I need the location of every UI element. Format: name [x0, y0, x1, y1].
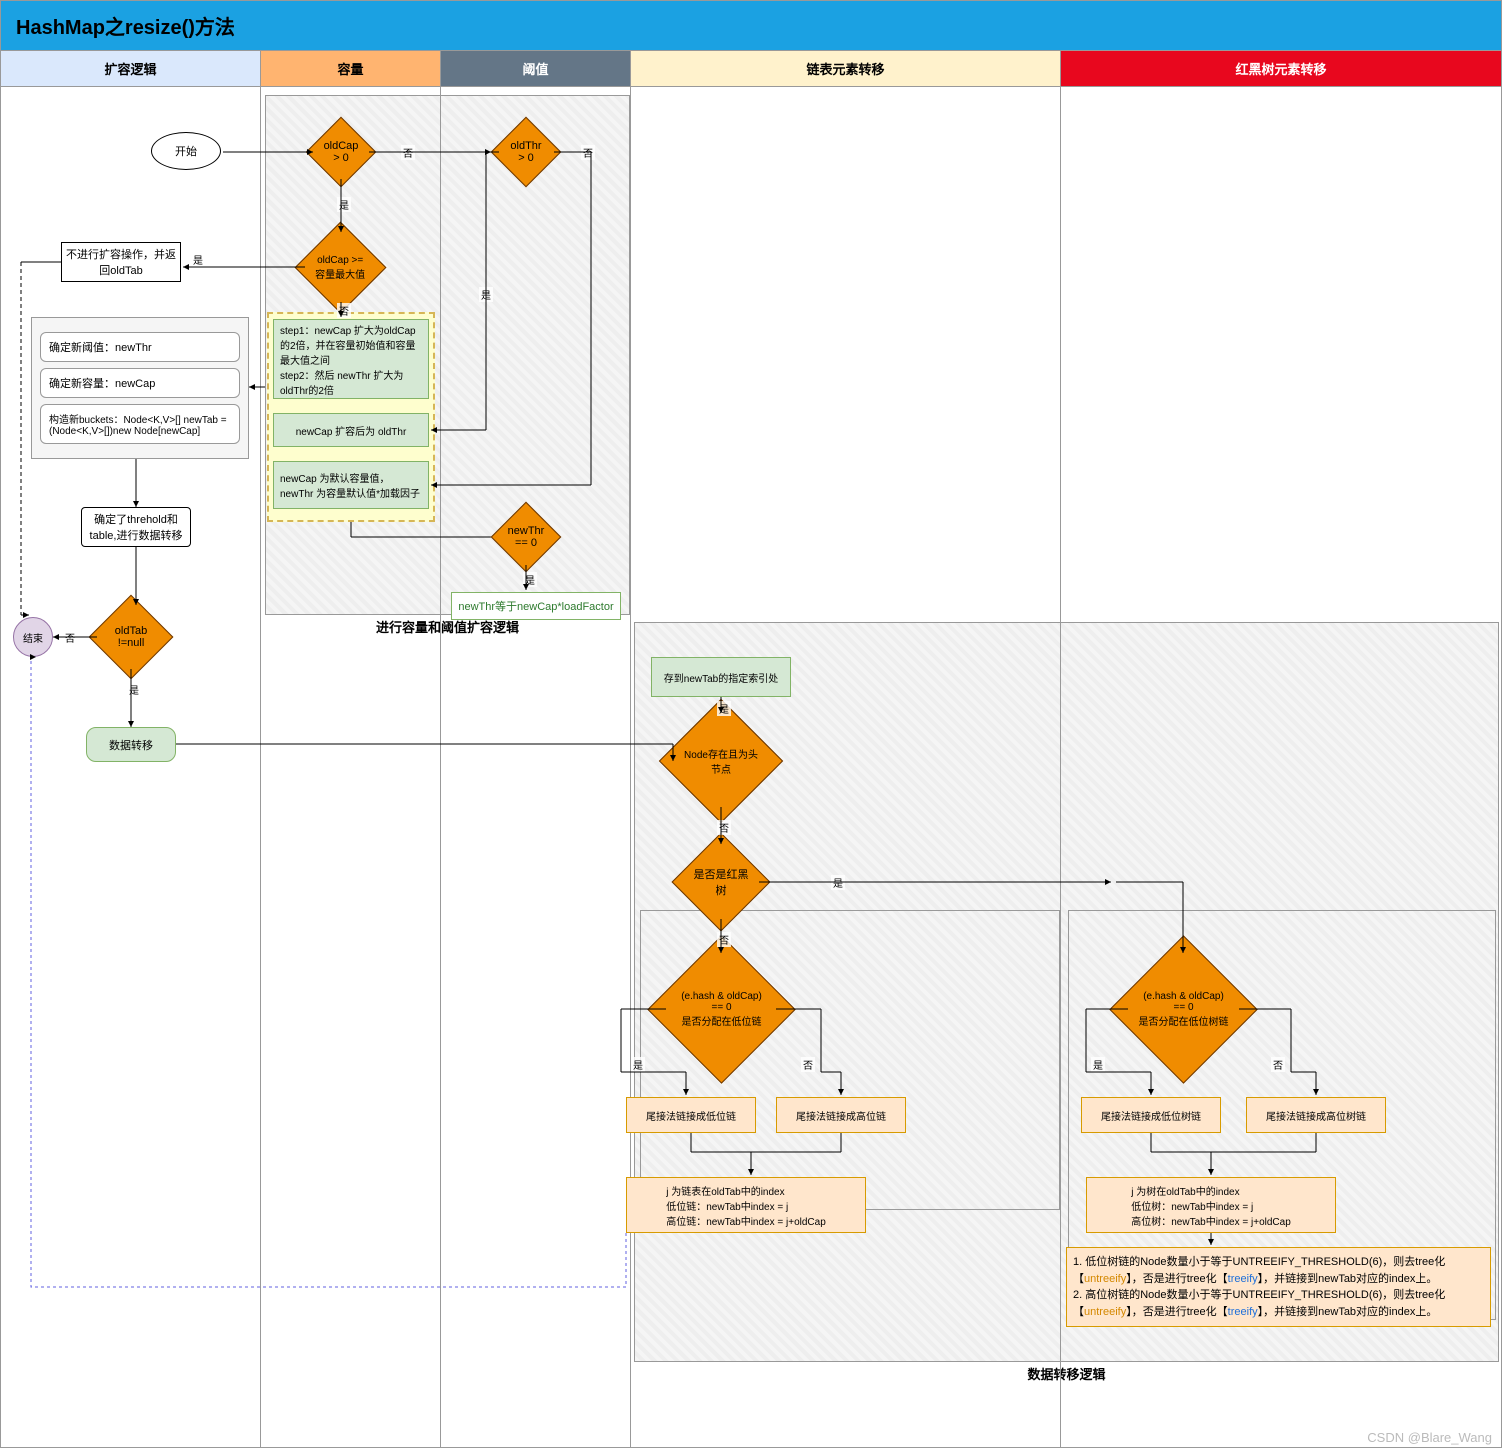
- lane-threshold: 阈值 oldThr > 0 newThr == 0 newThr等于newCap…: [441, 51, 631, 1447]
- label-yes: 是: [523, 572, 537, 587]
- new-values-group: 确定新阈值：newThr 确定新容量：newCap 构造新buckets：Nod…: [31, 317, 249, 459]
- store-newtab: 存到newTab的指定索引处: [651, 657, 791, 697]
- after-box: 确定了threhold和table,进行数据转移: [81, 507, 191, 547]
- lane-resize-logic: 扩容逻辑 开始 不进行扩容操作，并返回oldTab 确定新阈值：newThr 确…: [1, 51, 261, 1447]
- oldcap-gt0-decision: oldCap > 0: [306, 117, 377, 188]
- lane-tree-transfer: 红黑树元素转移 (e.hash & oldCap) == 0 是否分配在低位树链…: [1061, 51, 1501, 1447]
- label-no: 否: [717, 932, 731, 947]
- lane-head-3: 阈值: [441, 51, 630, 87]
- label-no: 否: [581, 145, 595, 160]
- start-node: 开始: [151, 132, 221, 170]
- oldcap-gemax-decision: oldCap >=容量最大值: [295, 222, 387, 314]
- end-node: 结束: [13, 617, 53, 657]
- label-yes: 是: [191, 252, 205, 267]
- hash-low-list-decision: (e.hash & oldCap) == 0 是否分配在低位链: [647, 935, 795, 1083]
- list-index-note: j 为链表在oldTab中的index 低位链：newTab中index = j…: [626, 1177, 866, 1233]
- default-cap-note: newCap 为默认容量值，newThr 为容量默认值*加载因子: [273, 461, 429, 509]
- label-no: 否: [401, 145, 415, 160]
- swimlane-container: 扩容逻辑 开始 不进行扩容操作，并返回oldTab 确定新阈值：newThr 确…: [0, 51, 1502, 1448]
- lane-head-5: 红黑树元素转移: [1061, 51, 1501, 87]
- step12-note: step1：newCap 扩大为oldCap的2倍，并在容量初始值和容量最大值之…: [273, 319, 429, 399]
- oldtab-notnull-decision: oldTab !=null: [89, 595, 174, 680]
- label-no: 否: [717, 820, 731, 835]
- label-yes: 是: [831, 875, 845, 890]
- label-yes: 是: [127, 682, 141, 697]
- node-head-decision: Node存在且为头节点: [659, 699, 783, 823]
- lane-head-1: 扩容逻辑: [1, 51, 260, 87]
- high-chain: 尾接法链接成高位链: [776, 1097, 906, 1133]
- newthr-calc: newThr等于newCap*loadFactor: [451, 592, 621, 620]
- label-yes: 是: [1091, 1057, 1105, 1072]
- page-title: HashMap之resize()方法: [0, 0, 1502, 51]
- lane-head-2: 容量: [261, 51, 440, 87]
- connectors-l1: [1, 87, 261, 1447]
- no-resize-note: 不进行扩容操作，并返回oldTab: [61, 242, 181, 282]
- label-yes: 是: [337, 197, 351, 212]
- label-no: 否: [63, 630, 77, 645]
- low-tree-chain: 尾接法链接成低位树链: [1081, 1097, 1221, 1133]
- is-rbt-decision: 是否是红黑树: [672, 833, 771, 932]
- newcap-from-thr-note: newCap 扩容后为 oldThr: [273, 413, 429, 447]
- new-cap-box: 确定新容量：newCap: [40, 368, 240, 398]
- low-chain: 尾接法链接成低位链: [626, 1097, 756, 1133]
- connectors-l5: [1061, 87, 1501, 1447]
- label-yes: 是: [479, 287, 493, 302]
- hash-low-tree-decision: (e.hash & oldCap) == 0 是否分配在低位树链: [1109, 935, 1257, 1083]
- label-no: 否: [1271, 1057, 1285, 1072]
- label-yes: 是: [717, 701, 731, 716]
- newthr-0-decision: newThr == 0: [491, 502, 562, 573]
- lane-capacity: 容量 oldCap > 0 oldCap >=容量最大值 step1：newCa…: [261, 51, 441, 1447]
- tree-index-note: j 为树在oldTab中的index 低位树：newTab中index = j …: [1086, 1177, 1336, 1233]
- lane-list-transfer: 链表元素转移 存到newTab的指定索引处 Node存在且为头节点 是否是红黑树…: [631, 51, 1061, 1447]
- oldthr-gt0-decision: oldThr > 0: [491, 117, 562, 188]
- high-tree-chain: 尾接法链接成高位树链: [1246, 1097, 1386, 1133]
- label-yes: 是: [631, 1057, 645, 1072]
- treeify-note: 1. 低位树链的Node数量小于等于UNTREEIFY_THRESHOLD(6)…: [1066, 1247, 1491, 1327]
- lane-head-4: 链表元素转移: [631, 51, 1060, 87]
- data-move-node: 数据转移: [86, 727, 176, 762]
- label-no: 否: [801, 1057, 815, 1072]
- label-no: 否: [337, 303, 351, 318]
- new-thr-box: 确定新阈值：newThr: [40, 332, 240, 362]
- new-buckets-box: 构造新buckets：Node<K,V>[] newTab = (Node<K,…: [40, 404, 240, 444]
- connectors-l3: [441, 87, 631, 1447]
- credit-text: CSDN @Blare_Wang: [1367, 1430, 1492, 1445]
